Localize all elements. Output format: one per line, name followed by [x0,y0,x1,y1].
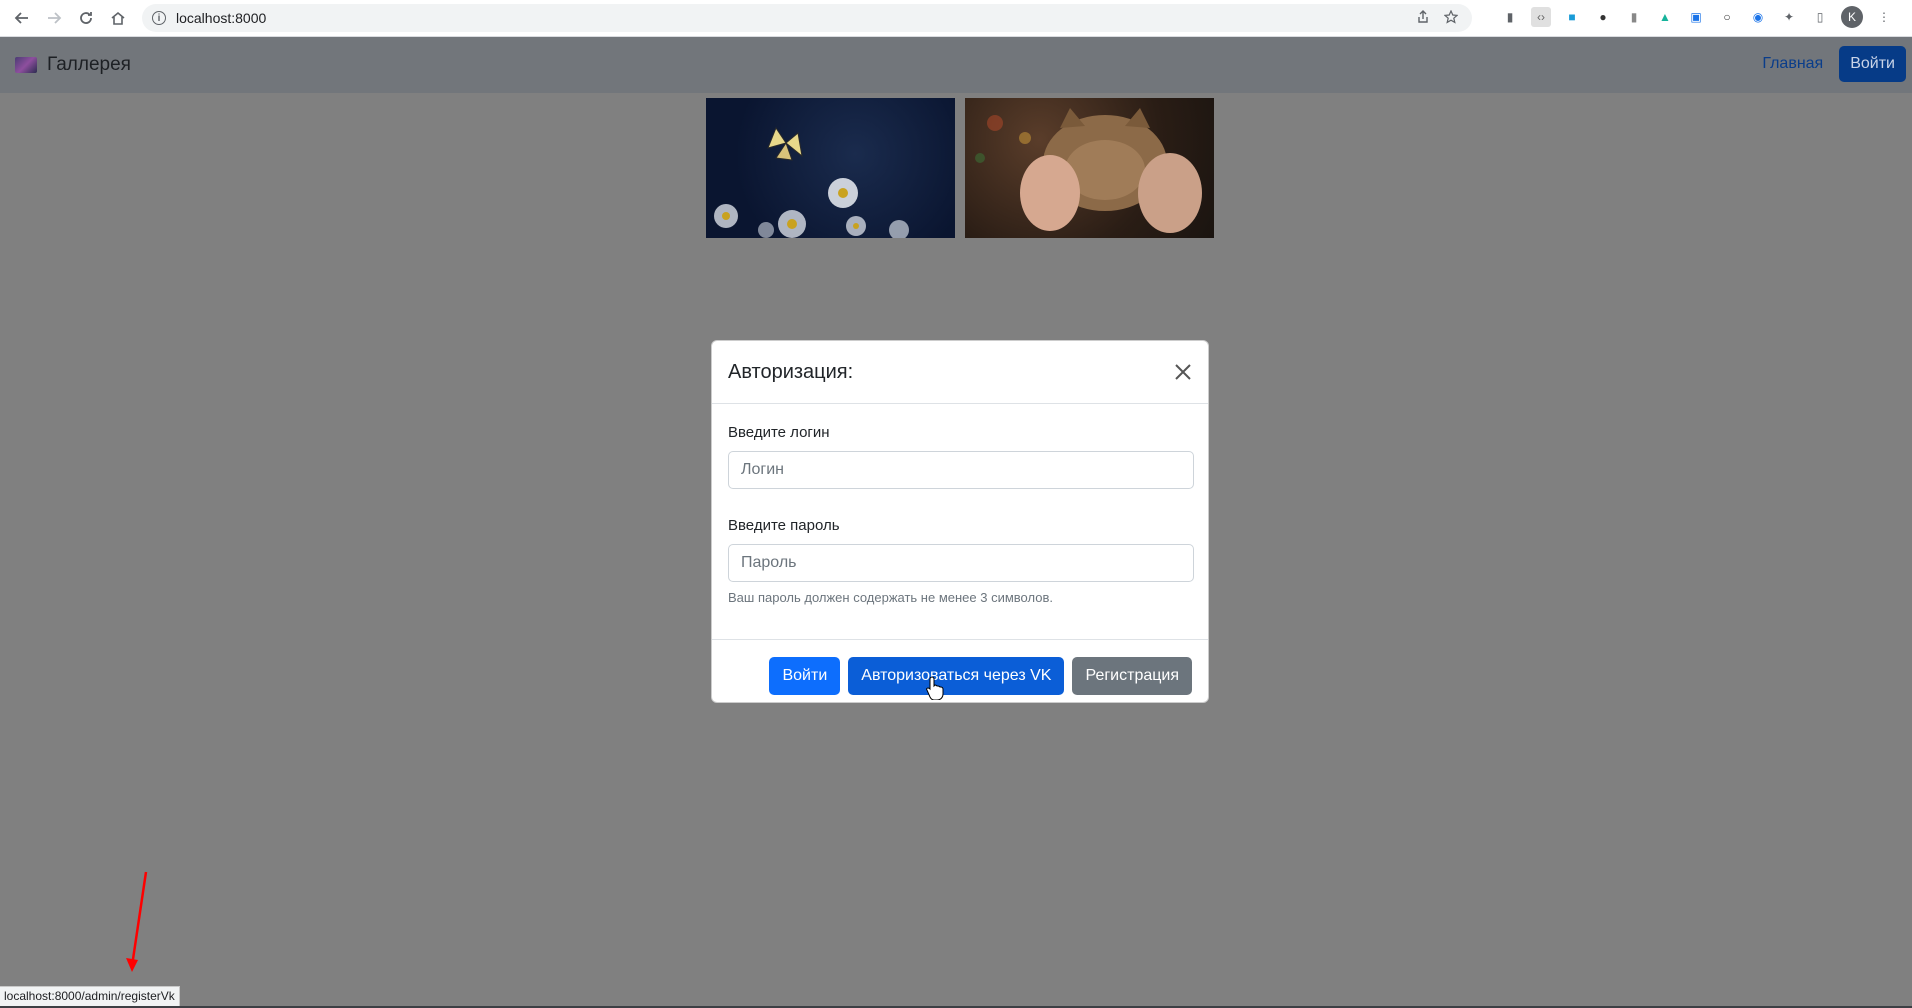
gallery-logo-icon [15,57,37,73]
bookmark-star-icon[interactable] [1443,9,1459,29]
site-info-icon[interactable]: i [152,11,166,25]
password-label: Введите пароль [728,517,840,534]
address-url[interactable]: localhost:8000 [176,10,266,26]
register-button[interactable]: Регистрация [1072,657,1192,695]
vk-auth-button[interactable]: Авторизоваться через VK [848,657,1065,695]
password-input[interactable] [728,544,1194,582]
magnifier-extension-icon[interactable]: ○ [1717,7,1737,27]
brand[interactable]: Галлерея [15,54,131,76]
gallery-image-butterfly[interactable] [706,98,955,238]
forward-icon[interactable] [38,2,70,34]
password-help-text: Ваш пароль должен содержать не менее 3 с… [728,590,1053,605]
modal-body: Введите логин Введите пароль Ваш пароль … [712,404,1208,640]
nav-home-link[interactable]: Главная [1762,55,1823,73]
bar-chart-extension-icon[interactable]: ▮ [1500,7,1520,27]
login-modal: Авторизация: Введите логин Введите парол… [711,340,1209,703]
back-icon[interactable] [6,2,38,34]
code-extension-icon[interactable]: ‹› [1531,7,1551,27]
glasses-extension-icon[interactable]: ● [1593,7,1613,27]
login-button[interactable]: Войти [769,657,841,695]
window-extension-icon[interactable]: ▣ [1686,7,1706,27]
share-icon[interactable] [1416,10,1430,29]
login-input[interactable] [728,451,1194,489]
printer-extension-icon[interactable]: ■ [1562,7,1582,27]
hand-cursor-icon [926,676,944,700]
close-icon[interactable] [1172,361,1194,383]
browser-toolbar: i localhost:8000 ▮ ‹› ■ ● ▮ ▲ ▣ ○ ◉ ✦ ▯ … [0,0,1912,37]
address-bar[interactable]: i localhost:8000 [142,4,1472,32]
nav-login-button[interactable]: Войти [1839,46,1906,82]
stats-extension-icon[interactable]: ▮ [1624,7,1644,27]
link-status-bar: localhost:8000/admin/registerVk [0,986,180,1006]
modal-header: Авторизация: [712,341,1208,404]
modal-footer: Войти Авторизоваться через VK Регистраци… [712,640,1208,712]
annotation-arrow-icon [126,871,148,972]
bird-extension-icon[interactable]: ▲ [1655,7,1675,27]
brand-title[interactable]: Галлерея [47,54,131,76]
gallery-image-cat[interactable] [965,98,1214,238]
login-label: Введите логин [728,424,830,441]
extensions-bar: ▮ ‹› ■ ● ▮ ▲ ▣ ○ ◉ ✦ ▯ K ⋮ [1500,6,1894,28]
vpn-extension-icon[interactable]: ◉ [1748,7,1768,27]
reload-icon[interactable] [70,2,102,34]
puzzle-extensions-icon[interactable]: ✦ [1779,7,1799,27]
profile-avatar[interactable]: K [1841,6,1863,28]
site-navbar: Галлерея Главная Войти [0,37,1912,93]
menu-kebab-icon[interactable]: ⋮ [1874,7,1894,27]
modal-title: Авторизация: [728,360,854,383]
home-icon[interactable] [102,2,134,34]
side-panel-icon[interactable]: ▯ [1810,7,1830,27]
